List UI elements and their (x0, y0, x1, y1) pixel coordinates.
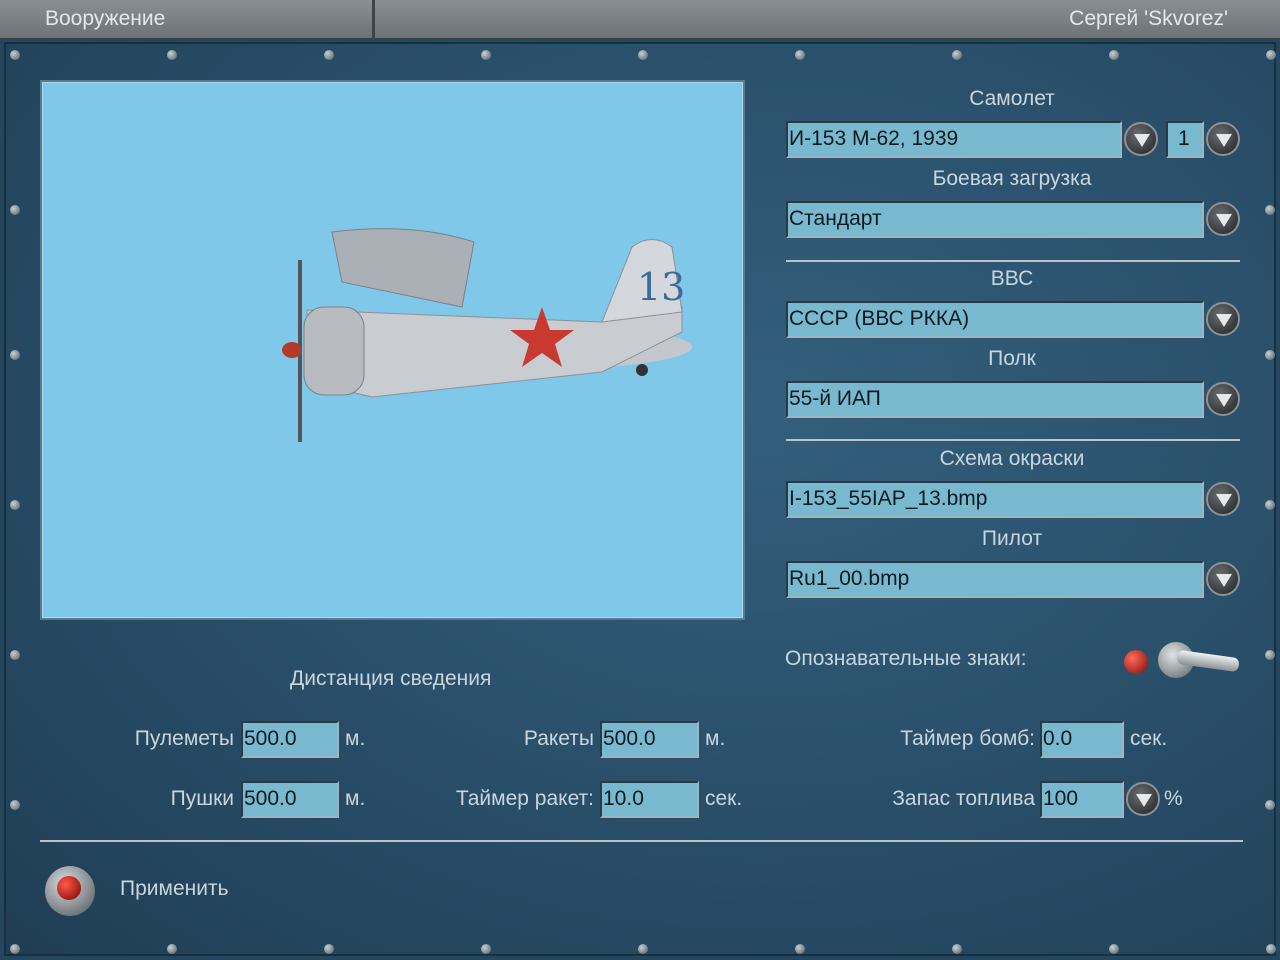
rivet-icon (1265, 800, 1275, 810)
rocket-timer-input[interactable]: 10.0 (600, 781, 699, 818)
regiment-label: Полк (988, 347, 1036, 370)
cannons-convergence-input[interactable]: 500.0 (241, 781, 339, 818)
unit-label: м. (345, 787, 366, 810)
screen-title: Вооружение (45, 7, 166, 30)
rivet-icon (638, 944, 648, 954)
rivet-icon (481, 944, 491, 954)
aircraft-preview: 13 (40, 80, 745, 620)
rivet-icon (167, 50, 177, 60)
rivet-icon (10, 500, 20, 510)
loadout-dropdown-button[interactable] (1206, 202, 1240, 236)
mg-convergence-input[interactable]: 500.0 (241, 721, 339, 758)
markings-toggle-switch[interactable] (1122, 640, 1242, 690)
markings-label: Опознавательные знаки: (785, 647, 1027, 670)
convergence-title: Дистанция сведения (290, 667, 492, 690)
bomb-timer-input[interactable]: 0.0 (1040, 721, 1124, 758)
rivet-icon (10, 800, 20, 810)
indicator-light-icon (1124, 650, 1148, 674)
pilot-label: Пилот (981, 527, 1043, 550)
rivet-icon (1265, 350, 1275, 360)
aircraft-count-field[interactable]: 1 (1166, 121, 1204, 158)
apply-button[interactable] (45, 866, 95, 916)
unit-label: сек. (705, 787, 743, 810)
rivet-icon (1266, 50, 1276, 60)
rivet-icon (1265, 500, 1275, 510)
aircraft-image: 13 (282, 228, 692, 442)
aircraft-dropdown-button[interactable] (1124, 122, 1158, 156)
loadout-select[interactable]: Стандарт (786, 201, 1204, 238)
divider (786, 439, 1240, 441)
rivet-icon (10, 50, 20, 60)
unit-label: сек. (1130, 727, 1168, 750)
rocket-timer-label: Таймер ракет: (455, 787, 594, 810)
fuel-label: Запас топлива (892, 787, 1035, 810)
regiment-dropdown-button[interactable] (1206, 382, 1240, 416)
rivet-icon (795, 944, 805, 954)
rivet-icon (10, 944, 20, 954)
unit-label: м. (345, 727, 366, 750)
rivet-icon (1266, 944, 1276, 954)
rivet-icon (10, 650, 20, 660)
aircraft-label: Самолет (969, 87, 1055, 110)
skin-select[interactable]: I-153_55IAP_13.bmp (786, 481, 1204, 518)
regiment-select[interactable]: 55-й ИАП (786, 381, 1204, 418)
cannons-label: Пушки (170, 787, 234, 810)
apply-label[interactable]: Применить (120, 877, 229, 901)
rivet-icon (1265, 205, 1275, 215)
rivet-icon (1265, 650, 1275, 660)
rivet-icon (1109, 944, 1119, 954)
aircraft-select[interactable]: И-153 М-62, 1939 (786, 121, 1122, 158)
rivet-icon (481, 50, 491, 60)
rivet-icon (324, 50, 334, 60)
skin-label: Схема окраски (939, 447, 1085, 470)
rivet-icon (638, 50, 648, 60)
rivet-icon (324, 944, 334, 954)
rivet-icon (952, 50, 962, 60)
rockets-convergence-input[interactable]: 500.0 (600, 721, 699, 758)
airforce-dropdown-button[interactable] (1206, 302, 1240, 336)
divider (40, 840, 1243, 842)
title-bar: Вооружение Сергей 'Skvorez' (0, 0, 1280, 40)
rivet-icon (10, 205, 20, 215)
airforce-label: ВВС (990, 267, 1034, 290)
red-button-icon (57, 876, 81, 900)
mg-label: Пулеметы (134, 727, 234, 750)
fuel-input[interactable]: 100 (1040, 781, 1124, 818)
rivet-icon (1109, 50, 1119, 60)
unit-label: м. (705, 727, 726, 750)
pilot-dropdown-button[interactable] (1206, 562, 1240, 596)
rivet-icon (167, 944, 177, 954)
tail-number: 13 (637, 265, 685, 309)
rivet-icon (952, 944, 962, 954)
airforce-select[interactable]: СССР (ВВС РККА) (786, 301, 1204, 338)
divider (786, 260, 1240, 262)
skin-dropdown-button[interactable] (1206, 482, 1240, 516)
rivet-icon (795, 50, 805, 60)
rivet-icon (10, 350, 20, 360)
fuel-dropdown-button[interactable] (1126, 782, 1160, 816)
unit-label: % (1164, 787, 1183, 810)
rockets-label: Ракеты (523, 727, 594, 750)
loadout-label: Боевая загрузка (932, 167, 1092, 190)
user-name: Сергей 'Skvorez' (1069, 7, 1228, 30)
bomb-timer-label: Таймер бомб: (900, 727, 1035, 750)
pilot-select[interactable]: Ru1_00.bmp (786, 561, 1204, 598)
count-dropdown-button[interactable] (1206, 122, 1240, 156)
